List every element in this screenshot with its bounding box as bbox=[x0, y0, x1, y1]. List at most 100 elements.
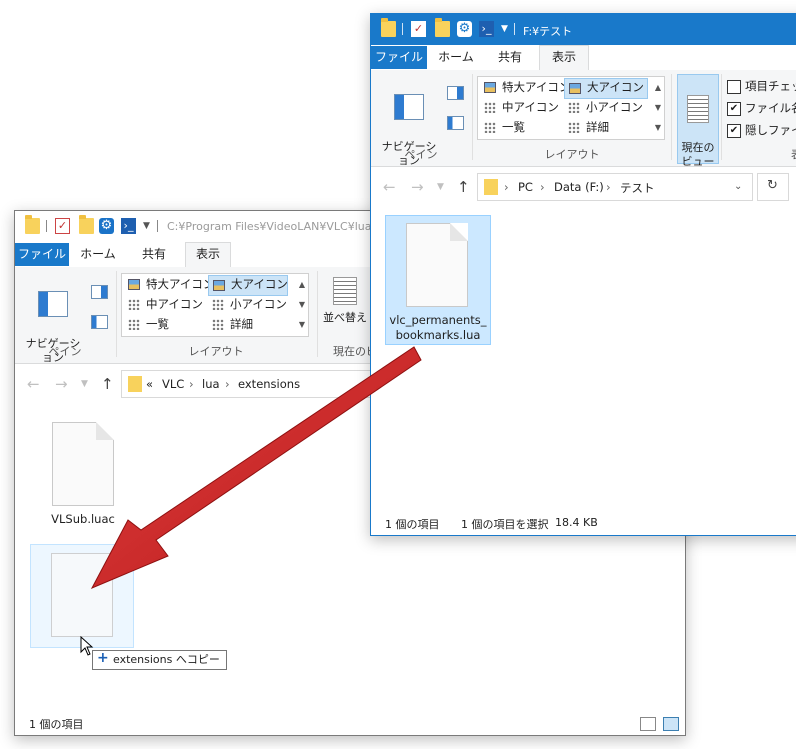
breadcrumb-overflow[interactable]: « bbox=[146, 377, 153, 391]
breadcrumb-drive[interactable]: Data (F:) bbox=[554, 180, 604, 194]
file-icon[interactable] bbox=[52, 422, 114, 506]
file-icon[interactable] bbox=[406, 223, 468, 307]
tab-view[interactable]: 表示 bbox=[539, 45, 589, 71]
tab-home[interactable]: ホーム bbox=[433, 46, 479, 69]
expand-gallery-icon[interactable]: ▼ bbox=[299, 320, 305, 329]
sort-by-button[interactable]: 並べ替え bbox=[321, 277, 369, 325]
layout-group-label: レイアウト bbox=[544, 148, 600, 161]
separator bbox=[157, 220, 158, 232]
address-dropdown-icon[interactable]: ⌄ bbox=[734, 181, 742, 192]
powershell-icon[interactable]: ›_ bbox=[121, 218, 136, 234]
forward-arrow-icon[interactable]: → bbox=[55, 375, 68, 393]
hidden-items-checkbox[interactable]: ✔ bbox=[727, 124, 741, 138]
tab-file[interactable]: ファイル bbox=[371, 46, 427, 69]
expand-gallery-icon[interactable]: ▼ bbox=[655, 123, 661, 132]
file-extension-checkbox[interactable]: ✔ bbox=[727, 102, 741, 116]
preview-pane-icon[interactable] bbox=[91, 285, 108, 299]
forward-arrow-icon[interactable]: → bbox=[411, 178, 424, 196]
item-checkbox-toggle[interactable] bbox=[727, 80, 741, 94]
chevron-down-icon[interactable]: ▼ bbox=[143, 221, 150, 231]
file-icon bbox=[51, 553, 113, 637]
sort-icon bbox=[333, 277, 357, 305]
breadcrumb-extensions[interactable]: extensions bbox=[238, 377, 300, 391]
scroll-up-icon[interactable]: ▲ bbox=[299, 280, 305, 289]
chevron-right-icon[interactable]: › bbox=[225, 377, 230, 391]
breadcrumb-lua[interactable]: lua bbox=[202, 377, 220, 391]
chevron-right-icon[interactable]: › bbox=[606, 180, 611, 194]
layout-medium-icons[interactable]: 中アイコン bbox=[480, 98, 562, 117]
chevron-right-icon[interactable]: › bbox=[540, 180, 545, 194]
grid-icon bbox=[484, 102, 496, 113]
tab-share[interactable]: 共有 bbox=[131, 243, 177, 266]
chevron-right-icon[interactable]: › bbox=[189, 377, 194, 391]
layout-medium-icons[interactable]: 中アイコン bbox=[124, 295, 206, 314]
view-switcher bbox=[636, 717, 679, 731]
layout-details[interactable]: 詳細 bbox=[564, 118, 642, 137]
address-bar-row: ← → ▼ ↑ › PC › Data (F:) › テスト ⌄ ↻ bbox=[371, 167, 796, 207]
folder-icon bbox=[128, 376, 142, 392]
gear-icon[interactable]: ⚙ bbox=[99, 218, 114, 234]
layout-extra-large-icons[interactable]: 特大アイコン bbox=[124, 275, 214, 294]
layout-details[interactable]: 詳細 bbox=[208, 315, 286, 334]
details-icon bbox=[212, 319, 224, 330]
file-extension-label: ファイル名拡 bbox=[745, 101, 796, 115]
separator bbox=[721, 74, 722, 160]
gear-icon[interactable]: ⚙ bbox=[457, 21, 472, 37]
scroll-down-icon[interactable]: ▼ bbox=[299, 300, 305, 309]
ribbon-view: ナビゲーション ウィンドウ ▾ ペイン 特大アイコン 大アイコン 中アイコン 小… bbox=[371, 70, 796, 195]
new-folder-icon[interactable] bbox=[79, 215, 94, 234]
layout-small-icons[interactable]: 小アイコン bbox=[564, 98, 643, 117]
tab-share[interactable]: 共有 bbox=[487, 46, 533, 69]
window-title: C:¥Program Files¥VideoLAN¥VLC¥lua¥e bbox=[167, 220, 386, 233]
back-arrow-icon[interactable]: ← bbox=[27, 375, 40, 393]
layout-gallery: 特大アイコン 大アイコン 中アイコン 小アイコン 一覧 詳細 ▲ ▼ ▼ bbox=[121, 273, 309, 337]
tab-home[interactable]: ホーム bbox=[75, 243, 121, 266]
picture-icon bbox=[569, 83, 581, 94]
breadcrumb-pc[interactable]: PC bbox=[518, 180, 533, 194]
scroll-down-icon[interactable]: ▼ bbox=[655, 103, 661, 112]
file-name[interactable]: vlc_permanents_ bookmarks.lua bbox=[385, 313, 491, 343]
file-view[interactable]: vlc_permanents_ bookmarks.lua bbox=[371, 207, 796, 511]
details-pane-icon[interactable] bbox=[447, 116, 464, 130]
layout-list[interactable]: 一覧 bbox=[480, 118, 562, 137]
details-pane-icon[interactable] bbox=[91, 315, 108, 329]
layout-large-icons[interactable]: 大アイコン bbox=[208, 275, 288, 296]
refresh-button[interactable]: ↻ bbox=[757, 173, 789, 201]
properties-icon[interactable]: ✓ bbox=[411, 21, 426, 37]
back-arrow-icon[interactable]: ← bbox=[383, 178, 396, 196]
layout-large-icons[interactable]: 大アイコン bbox=[564, 78, 648, 99]
scroll-up-icon[interactable]: ▲ bbox=[655, 83, 661, 92]
powershell-icon[interactable]: ›_ bbox=[479, 21, 494, 37]
selected-count: 1 個の項目を選択 bbox=[461, 518, 549, 531]
current-view-icon bbox=[687, 95, 709, 123]
large-icons-view-icon[interactable] bbox=[663, 717, 679, 731]
grid-icon bbox=[128, 299, 140, 310]
separator bbox=[46, 220, 47, 232]
recent-locations-icon[interactable]: ▼ bbox=[81, 379, 88, 389]
tab-file[interactable]: ファイル bbox=[15, 243, 69, 266]
details-view-icon[interactable] bbox=[639, 717, 656, 731]
hidden-items-label: 隠しファイル bbox=[745, 123, 796, 137]
chevron-right-icon[interactable]: › bbox=[504, 180, 509, 194]
up-arrow-icon[interactable]: ↑ bbox=[457, 178, 470, 196]
new-folder-icon[interactable] bbox=[435, 18, 450, 37]
layout-small-icons[interactable]: 小アイコン bbox=[208, 295, 287, 314]
layout-list[interactable]: 一覧 bbox=[124, 315, 206, 334]
breadcrumb-test[interactable]: テスト bbox=[620, 180, 655, 196]
chevron-down-icon[interactable]: ▼ bbox=[501, 24, 508, 34]
recent-locations-icon[interactable]: ▼ bbox=[437, 182, 444, 192]
preview-pane-icon[interactable] bbox=[447, 86, 464, 100]
breadcrumb-vlc[interactable]: VLC bbox=[162, 377, 184, 391]
separator bbox=[472, 74, 473, 160]
separator bbox=[317, 271, 318, 357]
properties-icon[interactable]: ✓ bbox=[55, 218, 70, 234]
up-arrow-icon[interactable]: ↑ bbox=[101, 375, 114, 393]
folder-icon bbox=[381, 18, 396, 37]
layout-extra-large-icons[interactable]: 特大アイコン bbox=[480, 78, 570, 97]
address-bar[interactable]: › PC › Data (F:) › テスト ⌄ bbox=[477, 173, 753, 201]
tab-view[interactable]: 表示 bbox=[185, 242, 231, 268]
file-name[interactable]: VLSub.luac bbox=[33, 512, 133, 527]
current-view-button[interactable]: 現在の ビュー ▾ bbox=[677, 74, 719, 182]
grid-icon bbox=[568, 102, 580, 113]
title-bar[interactable]: ✓ ⚙ ›_ ▼ F:¥テスト bbox=[371, 14, 796, 45]
